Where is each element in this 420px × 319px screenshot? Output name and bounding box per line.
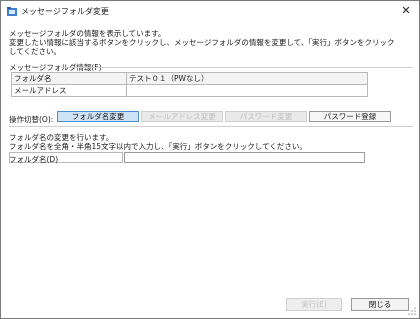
resize-grip-icon[interactable] [408, 307, 416, 315]
info-value [126, 84, 368, 97]
tab-password-change[interactable]: パスワード変更 [225, 111, 307, 122]
divider [61, 67, 413, 68]
info-key: メールアドレス [11, 84, 127, 97]
folder-name-label: フォルダ名(D) [9, 155, 59, 164]
intro-line: してください。 [9, 47, 62, 56]
tab-mail-address-change[interactable]: メールアドレス変更 [141, 111, 223, 122]
window-title: メッセージフォルダ変更 [21, 7, 109, 16]
operation-label: 操作切替(O): [9, 115, 54, 124]
tab-folder-name-change[interactable]: フォルダ名変更 [57, 111, 139, 122]
close-icon[interactable]: ✕ [399, 3, 413, 19]
folder-name-input[interactable] [124, 152, 365, 163]
table-row: フォルダ名 テスト０１（PWなし） [11, 72, 368, 85]
divider [9, 126, 413, 127]
folder-app-icon [6, 5, 18, 17]
folder-info-table: フォルダ名 テスト０１（PWなし） メールアドレス [11, 72, 368, 97]
execute-button[interactable]: 実行(E) [286, 298, 342, 311]
table-row: メールアドレス [11, 84, 368, 97]
intro-line: メッセージフォルダの情報を表示しています。 [9, 29, 166, 38]
intro-line: 変更したい情報に該当するボタンをクリックし、メッセージフォルダの情報を変更して、… [9, 38, 395, 47]
info-key: フォルダ名 [11, 72, 127, 85]
close-button[interactable]: 閉じる [351, 298, 409, 311]
description-text: フォルダ名の変更を行います。 フォルダ名を全角・半角15文字以内で入力し、「実行… [9, 133, 307, 151]
info-value: テスト０１（PWなし） [126, 72, 368, 85]
title-bar: メッセージフォルダ変更 ✕ [1, 1, 419, 21]
dialog-window: メッセージフォルダ変更 ✕ メッセージフォルダの情報を表示しています。 変更した… [0, 0, 420, 319]
description-line: フォルダ名の変更を行います。 [9, 133, 114, 142]
description-line: フォルダ名を全角・半角15文字以内で入力し、「実行」ボタンをクリックしてください… [9, 142, 307, 151]
tab-password-register[interactable]: パスワード登録 [309, 111, 391, 122]
intro-text: メッセージフォルダの情報を表示しています。 変更したい情報に該当するボタンをクリ… [9, 29, 413, 56]
